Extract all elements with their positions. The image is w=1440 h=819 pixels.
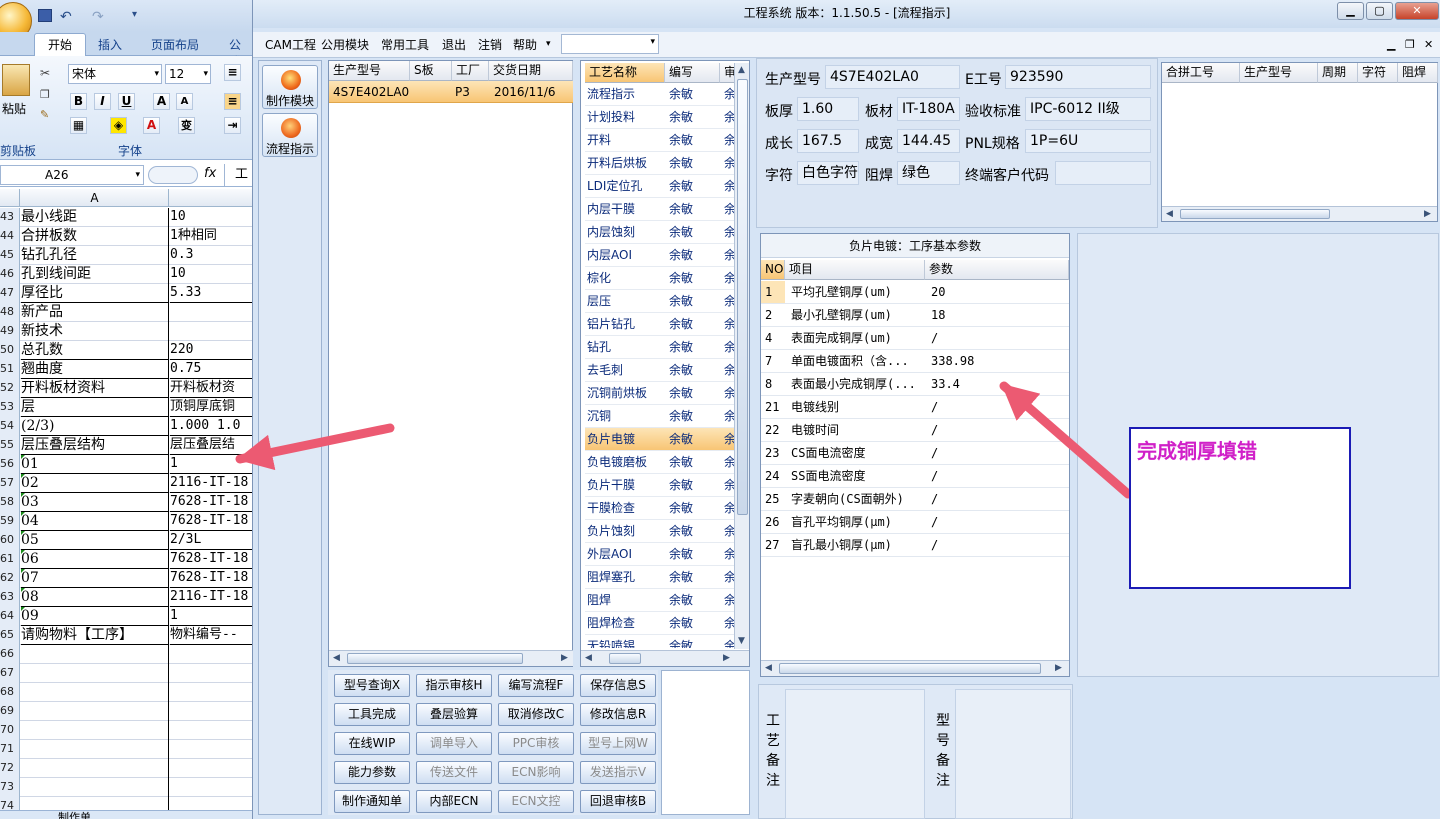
red-arrow-left [235,423,395,471]
annotation-note-box: 完成铜厚填错 [1129,427,1351,589]
red-arrow-right [999,381,1133,499]
annotation-layer [235,381,1133,499]
annotation-note-text: 完成铜厚填错 [1137,439,1257,463]
